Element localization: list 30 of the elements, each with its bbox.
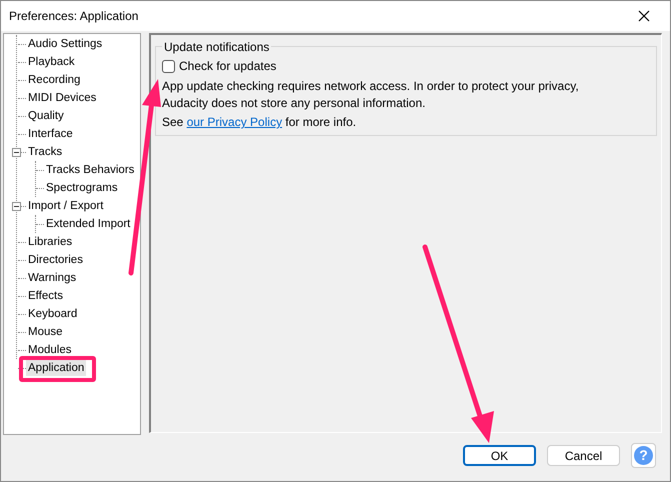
close-icon[interactable]: [638, 10, 650, 22]
tree-item[interactable]: Warnings: [26, 270, 78, 286]
collapse-icon[interactable]: [12, 148, 21, 156]
tree-item[interactable]: Effects: [26, 288, 65, 304]
tree-item[interactable]: Directories: [26, 252, 85, 268]
tree-item[interactable]: Keyboard: [26, 306, 80, 322]
tree-item[interactable]: Application: [26, 360, 86, 376]
tree-item[interactable]: Audio Settings: [26, 36, 104, 52]
tree-item[interactable]: Interface: [26, 126, 75, 142]
checkbox-label: Check for updates: [179, 58, 276, 75]
tree-item[interactable]: Quality: [26, 108, 66, 124]
tree-item[interactable]: Modules: [26, 342, 74, 358]
collapse-icon[interactable]: [12, 202, 21, 210]
tree-item[interactable]: Libraries: [26, 234, 74, 250]
dialog-button[interactable]: Cancel: [547, 445, 620, 466]
checkbox[interactable]: [162, 60, 175, 72]
tree-item[interactable]: Import / Export: [26, 198, 106, 214]
tree-item[interactable]: Mouse: [26, 324, 65, 340]
tree-item[interactable]: Recording: [26, 72, 82, 88]
window-title: Preferences: Application: [9, 8, 138, 25]
dialog-button[interactable]: OK: [463, 445, 536, 466]
description-text: App update checking requires network access. In order to protect your privacy, Audacity does not store any personal information.: [162, 78, 580, 112]
tree-item[interactable]: MIDI Devices: [26, 90, 98, 106]
tree-item[interactable]: Tracks: [26, 144, 64, 160]
privacy-policy-link[interactable]: our Privacy Policy: [186, 115, 282, 129]
privacy-note: See our Privacy Policy for more info.: [162, 114, 358, 131]
tree-item[interactable]: Playback: [26, 54, 77, 70]
tree-item[interactable]: Spectrograms: [44, 180, 120, 196]
tree-item[interactable]: Tracks Behaviors: [44, 162, 136, 178]
tree-item[interactable]: Extended Import: [44, 216, 132, 232]
